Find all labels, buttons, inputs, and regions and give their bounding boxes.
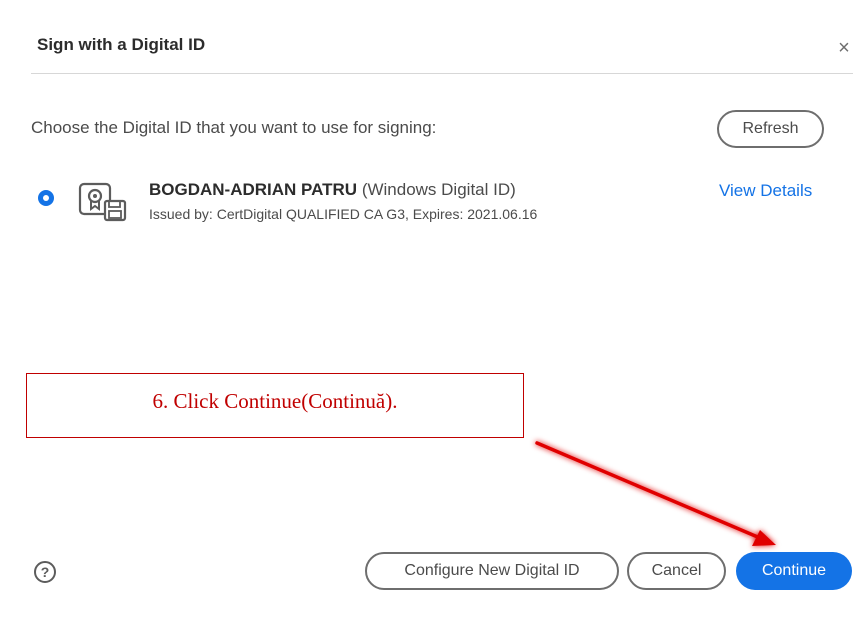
- configure-new-digital-id-button[interactable]: Configure New Digital ID: [365, 552, 619, 590]
- cancel-button[interactable]: Cancel: [627, 552, 726, 590]
- title-divider: [31, 73, 853, 74]
- digital-id-name-line: BOGDAN-ADRIAN PATRU (Windows Digital ID): [149, 180, 516, 200]
- digital-id-name: BOGDAN-ADRIAN PATRU: [149, 180, 358, 199]
- refresh-button[interactable]: Refresh: [717, 110, 824, 148]
- close-icon[interactable]: ×: [834, 38, 854, 58]
- dialog-title: Sign with a Digital ID: [37, 35, 206, 54]
- digital-id-radio[interactable]: [38, 190, 54, 206]
- digital-id-issuer: Issued by: CertDigital QUALIFIED CA G3, …: [149, 206, 538, 222]
- view-details-link[interactable]: View Details: [719, 181, 812, 201]
- help-icon[interactable]: ?: [34, 561, 56, 583]
- instruction-callout: 6. Click Continue(Continuă).: [26, 373, 524, 438]
- digital-id-type: (Windows Digital ID): [361, 180, 516, 199]
- certificate-id-icon: [78, 182, 127, 222]
- choose-id-prompt: Choose the Digital ID that you want to u…: [31, 118, 437, 137]
- sign-digital-id-dialog: Sign with a Digital ID × Choose the Digi…: [8, 0, 862, 618]
- continue-button[interactable]: Continue: [736, 552, 852, 590]
